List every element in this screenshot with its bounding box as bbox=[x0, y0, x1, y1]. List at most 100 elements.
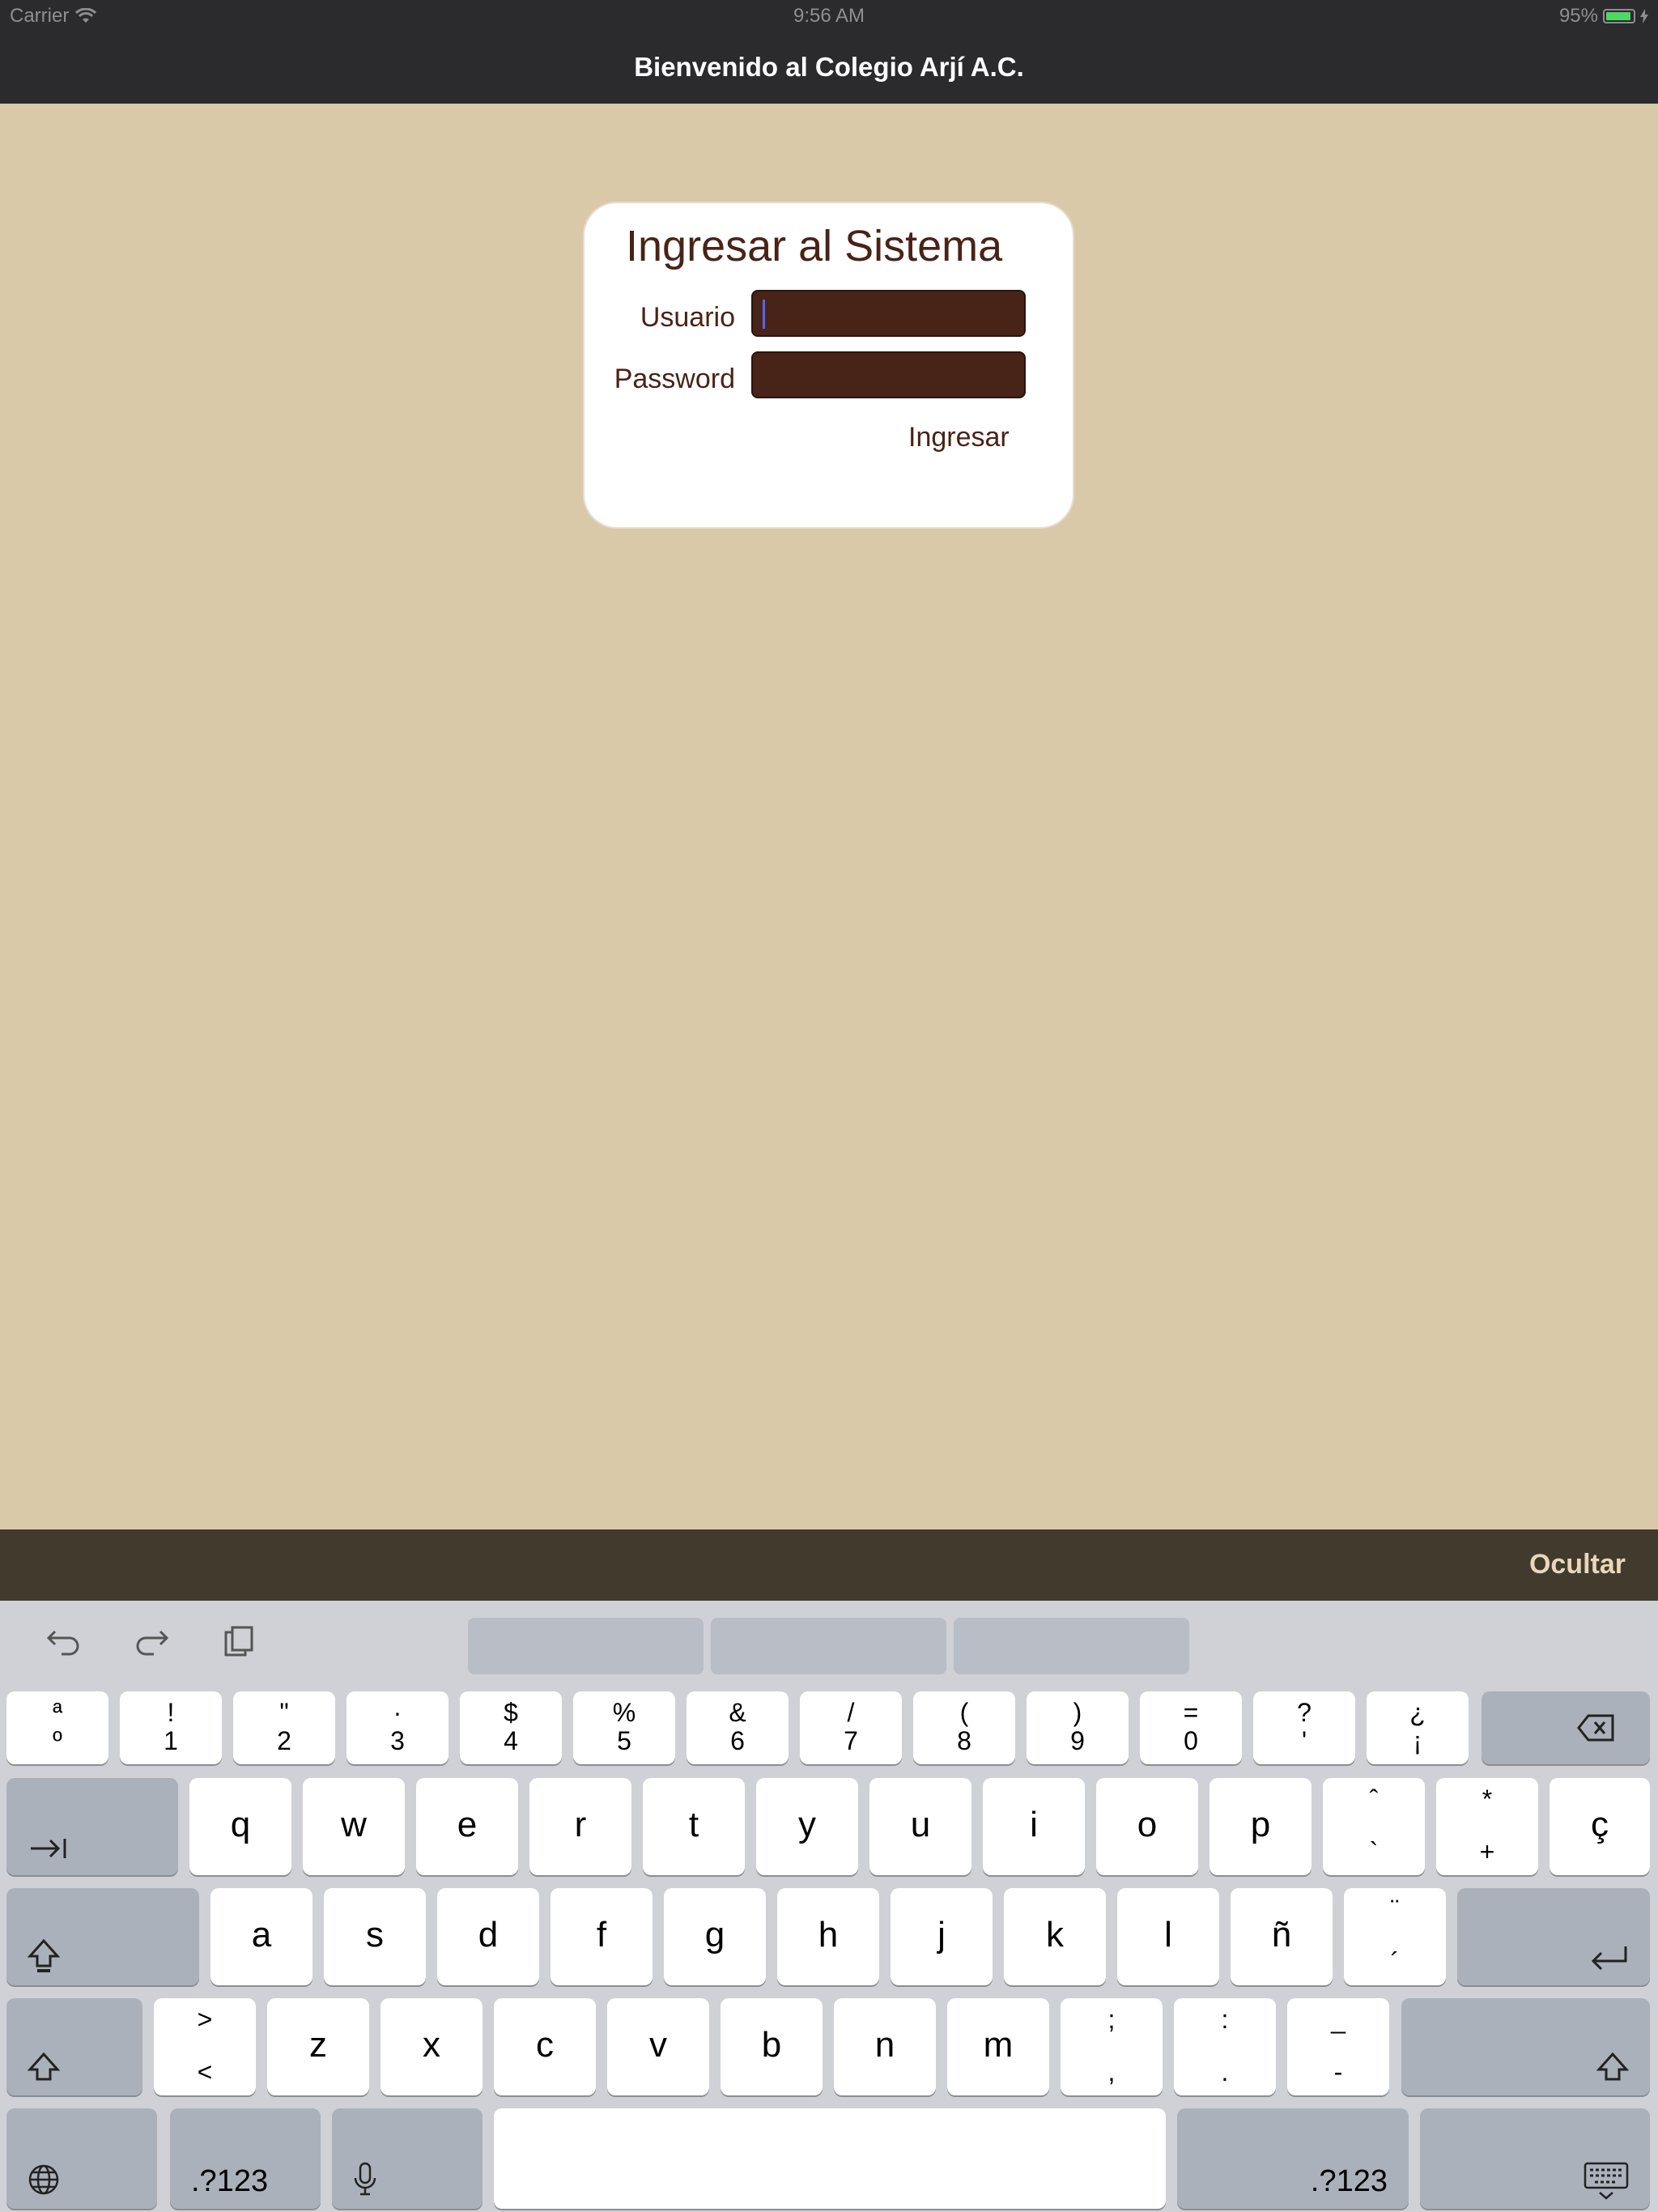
key-shift-label: _ bbox=[1331, 2005, 1346, 2034]
usuario-label: Usuario bbox=[640, 302, 735, 333]
key-punct-0[interactable]: ;, bbox=[1061, 1998, 1163, 2095]
dictation-key[interactable] bbox=[332, 2108, 483, 2209]
key-g[interactable]: g bbox=[664, 1888, 766, 1985]
key-label: , bbox=[1107, 2057, 1116, 2087]
key-b[interactable]: b bbox=[721, 1998, 823, 2095]
key-¡[interactable]: ¿ ¡ bbox=[1367, 1691, 1469, 1764]
key-n[interactable]: n bbox=[834, 1998, 936, 2095]
key-shift-label: / bbox=[847, 1698, 855, 1727]
key-punct-2[interactable]: _ - bbox=[1287, 1998, 1389, 2095]
key-u[interactable]: u bbox=[869, 1778, 971, 1875]
dismiss-keyboard-key[interactable] bbox=[1420, 2108, 1650, 2209]
key-h[interactable]: h bbox=[777, 1888, 879, 1985]
backspace-key[interactable] bbox=[1482, 1691, 1650, 1764]
key-o[interactable]: o bbox=[1096, 1778, 1198, 1875]
key-d[interactable]: d bbox=[437, 1888, 539, 1985]
keyboard-accessory-bar: Ocultar bbox=[0, 1529, 1658, 1601]
key-shift-label: " bbox=[279, 1698, 289, 1727]
shift-right-key[interactable] bbox=[1401, 1998, 1650, 2095]
keyboard: ª º! 1 " 2 · 3 $4% 5 & 6/7(8) 9 = 0? ' ¿ ¡ q w e r t y u i o p ˆ ` *… bbox=[0, 1601, 1658, 2212]
return-icon bbox=[1591, 1946, 1627, 1971]
key-label: 7 bbox=[844, 1726, 858, 1755]
globe-key[interactable] bbox=[6, 2108, 157, 2209]
key-i[interactable]: i bbox=[983, 1778, 1085, 1875]
key-ç[interactable]: ç bbox=[1550, 1778, 1650, 1875]
key-c[interactable]: c bbox=[494, 1998, 596, 2095]
key-t[interactable]: t bbox=[643, 1778, 745, 1875]
key-9[interactable]: ) 9 bbox=[1027, 1691, 1129, 1764]
key-label: p bbox=[1250, 1805, 1271, 1844]
key-punct-1[interactable]: :. bbox=[1174, 1998, 1276, 2095]
key-angle-brackets[interactable]: > < bbox=[154, 1998, 256, 2095]
key-l[interactable]: l bbox=[1117, 1888, 1219, 1985]
usuario-input[interactable] bbox=[751, 290, 1026, 337]
caps-lock-key[interactable] bbox=[6, 1888, 199, 1985]
key-`[interactable]: ˆ ` bbox=[1323, 1778, 1425, 1875]
ocultar-button[interactable]: Ocultar bbox=[1529, 1549, 1626, 1580]
key-v[interactable]: v bbox=[607, 1998, 709, 2095]
key-6[interactable]: & 6 bbox=[687, 1691, 789, 1764]
key-z[interactable]: z bbox=[267, 1998, 369, 2095]
suggestion-slot-3[interactable] bbox=[954, 1618, 1189, 1674]
key-8[interactable]: (8 bbox=[913, 1691, 1015, 1764]
key-label: b bbox=[761, 2025, 782, 2065]
key-label: u bbox=[910, 1805, 931, 1844]
key-label: 3 bbox=[390, 1726, 405, 1755]
tab-key[interactable] bbox=[6, 1778, 178, 1875]
key-+[interactable]: * + bbox=[1436, 1778, 1538, 1875]
key-label: o bbox=[1137, 1805, 1158, 1844]
key-º[interactable]: ªº bbox=[6, 1691, 108, 1764]
numbers-key-right[interactable]: .?123 bbox=[1177, 2108, 1409, 2209]
ingresar-button[interactable]: Ingresar bbox=[908, 422, 1010, 453]
key-1[interactable]: ! 1 bbox=[120, 1691, 222, 1764]
globe-icon bbox=[28, 2164, 59, 2195]
tab-icon bbox=[31, 1839, 66, 1858]
key-m[interactable]: m bbox=[947, 1998, 1049, 2095]
key-y[interactable]: y bbox=[756, 1778, 858, 1875]
key-0[interactable]: = 0 bbox=[1140, 1691, 1242, 1764]
key-label: º bbox=[53, 1726, 62, 1755]
key-label: k bbox=[1046, 1915, 1064, 1955]
paste-icon[interactable] bbox=[219, 1623, 259, 1659]
key-s[interactable]: s bbox=[324, 1888, 426, 1985]
key-ñ[interactable]: ñ bbox=[1231, 1888, 1333, 1985]
key-shift-label: ¿ bbox=[1409, 1698, 1426, 1727]
key-3[interactable]: · 3 bbox=[346, 1691, 449, 1764]
redo-icon[interactable] bbox=[131, 1623, 172, 1659]
suggestion-slot-1[interactable] bbox=[468, 1618, 704, 1674]
key-k[interactable]: k bbox=[1004, 1888, 1106, 1985]
key-5[interactable]: % 5 bbox=[573, 1691, 675, 1764]
key-7[interactable]: /7 bbox=[800, 1691, 902, 1764]
key-label: ç bbox=[1591, 1805, 1609, 1844]
key-accent[interactable]: ¨ ´ bbox=[1344, 1888, 1446, 1985]
return-key[interactable] bbox=[1457, 1888, 1650, 1985]
key-label: 5 bbox=[617, 1726, 631, 1755]
key-w[interactable]: w bbox=[303, 1778, 405, 1875]
key-j[interactable]: j bbox=[891, 1888, 993, 1985]
key-x[interactable]: x bbox=[380, 1998, 483, 2095]
key-label: d bbox=[478, 1915, 499, 1955]
space-key[interactable] bbox=[494, 2108, 1166, 2209]
key-shift-label: ¨ bbox=[1390, 1895, 1400, 1924]
shift-icon bbox=[1596, 2052, 1629, 2081]
key-'[interactable]: ? ' bbox=[1253, 1691, 1355, 1764]
password-input[interactable] bbox=[751, 351, 1026, 398]
undo-icon[interactable] bbox=[44, 1623, 84, 1659]
key-2[interactable]: " 2 bbox=[233, 1691, 335, 1764]
key-label: 6 bbox=[730, 1726, 745, 1755]
key-f[interactable]: f bbox=[551, 1888, 653, 1985]
key-label: w bbox=[341, 1805, 367, 1844]
shift-left-key[interactable] bbox=[6, 1998, 142, 2095]
status-bar: Carrier 9:56 AM 95% bbox=[0, 0, 1658, 32]
numbers-key-left[interactable]: .?123 bbox=[170, 2108, 321, 2209]
nav-title: Bienvenido al Colegio Arjí A.C. bbox=[634, 52, 1024, 82]
keyboard-dismiss-icon bbox=[1584, 2162, 1629, 2200]
key-4[interactable]: $4 bbox=[460, 1691, 562, 1764]
key-r[interactable]: r bbox=[529, 1778, 631, 1875]
key-q[interactable]: q bbox=[189, 1778, 291, 1875]
suggestion-slot-2[interactable] bbox=[711, 1618, 946, 1674]
key-a[interactable]: a bbox=[210, 1888, 312, 1985]
key-p[interactable]: p bbox=[1209, 1778, 1312, 1875]
key-label: q bbox=[230, 1805, 251, 1844]
key-e[interactable]: e bbox=[416, 1778, 518, 1875]
